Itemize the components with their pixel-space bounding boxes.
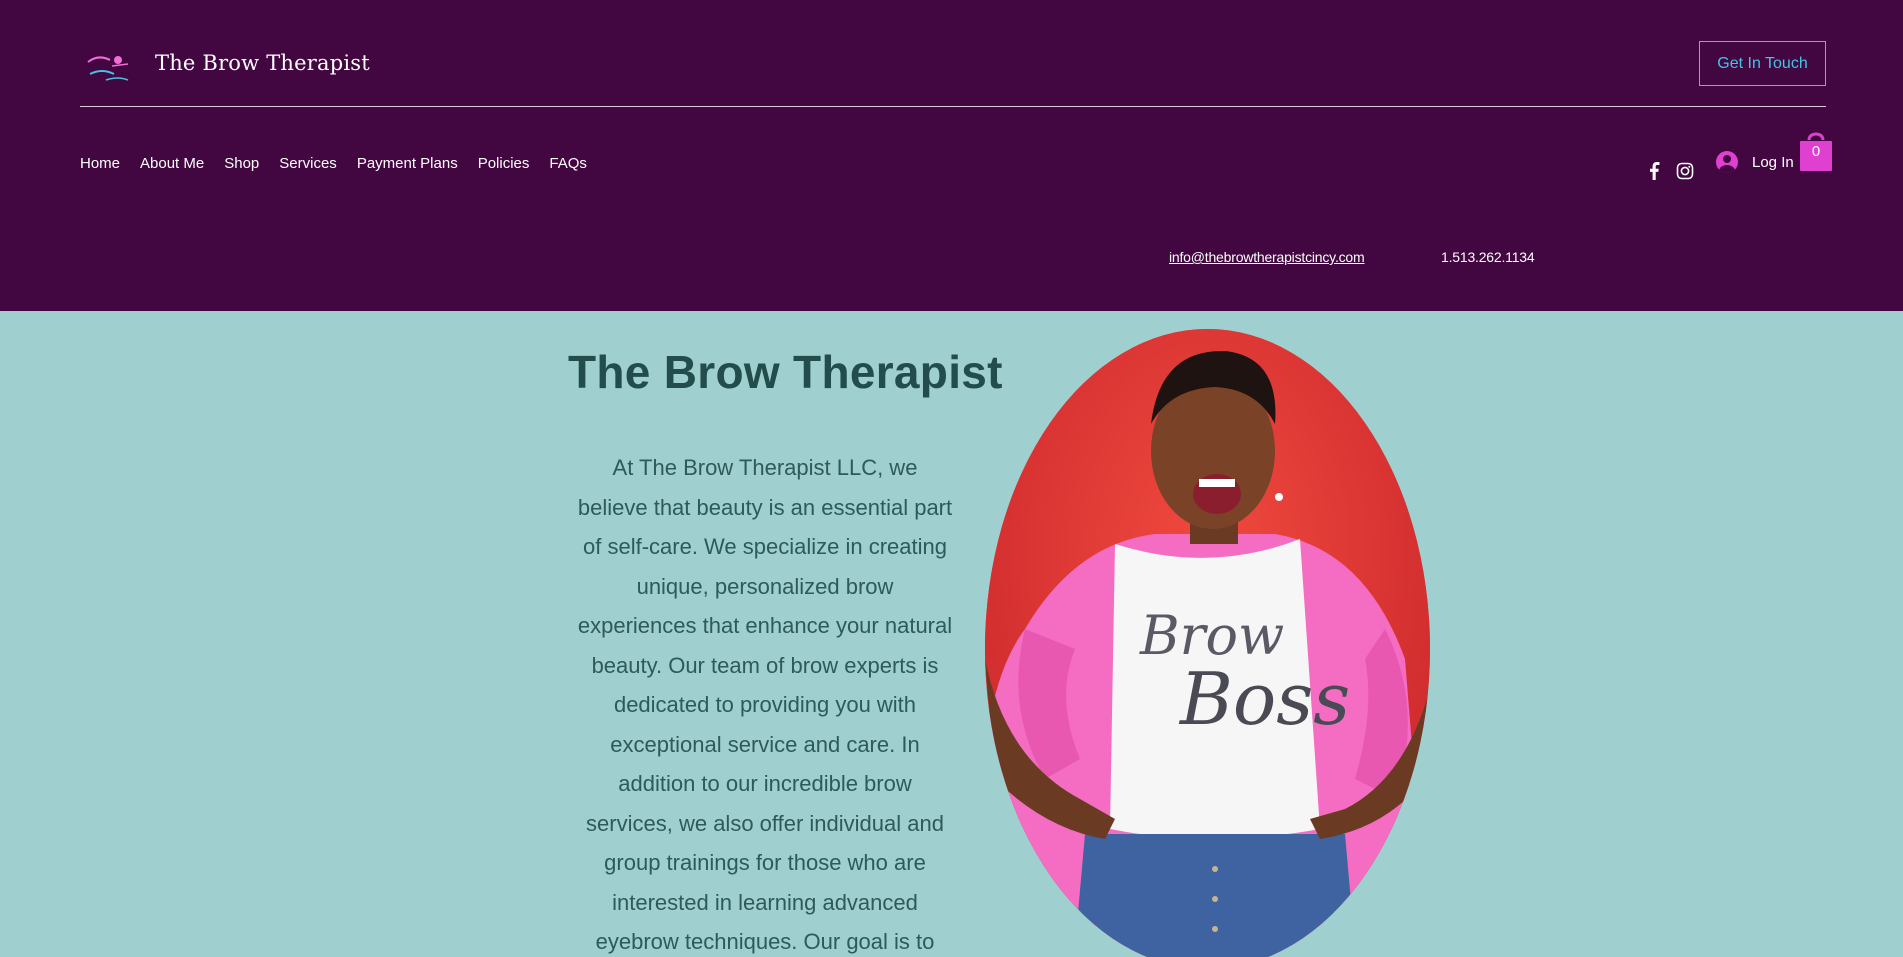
hero-title: The Brow Therapist xyxy=(568,346,1003,398)
cart-button[interactable]: 0 xyxy=(1799,128,1833,172)
nav-payment-plans[interactable]: Payment Plans xyxy=(357,155,458,172)
nav-about-me[interactable]: About Me xyxy=(140,155,204,172)
site-title[interactable]: The Brow Therapist xyxy=(155,51,370,75)
nav-home[interactable]: Home xyxy=(80,155,120,172)
cart-count: 0 xyxy=(1811,143,1821,160)
nav-policies[interactable]: Policies xyxy=(478,155,530,172)
email-link[interactable]: info@thebrowtherapistcincy.com xyxy=(1169,249,1365,265)
get-in-touch-button[interactable]: Get In Touch xyxy=(1699,41,1826,86)
instagram-icon[interactable] xyxy=(1675,161,1695,181)
header-divider xyxy=(80,106,1826,107)
facebook-icon[interactable] xyxy=(1645,161,1665,181)
site-header: The Brow Therapist Get In Touch Home Abo… xyxy=(0,0,1903,311)
nav-services[interactable]: Services xyxy=(279,155,337,172)
hero-photo: Brow Boss xyxy=(985,329,1430,957)
login-button[interactable]: Log In xyxy=(1716,151,1794,173)
brand-logo[interactable] xyxy=(84,48,134,86)
nav-faqs[interactable]: FAQs xyxy=(549,155,587,172)
hero-description: At The Brow Therapist LLC, we believe th… xyxy=(577,455,953,954)
nav-shop[interactable]: Shop xyxy=(224,155,259,172)
main-nav: Home About Me Shop Services Payment Plan… xyxy=(80,155,607,172)
phone-number[interactable]: 1.513.262.1134 xyxy=(1441,249,1535,265)
portrait-illustration: Brow Boss xyxy=(985,329,1430,957)
shirt-text-boss: Boss xyxy=(1178,657,1350,741)
avatar-icon xyxy=(1716,151,1738,173)
login-label: Log In xyxy=(1752,153,1794,171)
